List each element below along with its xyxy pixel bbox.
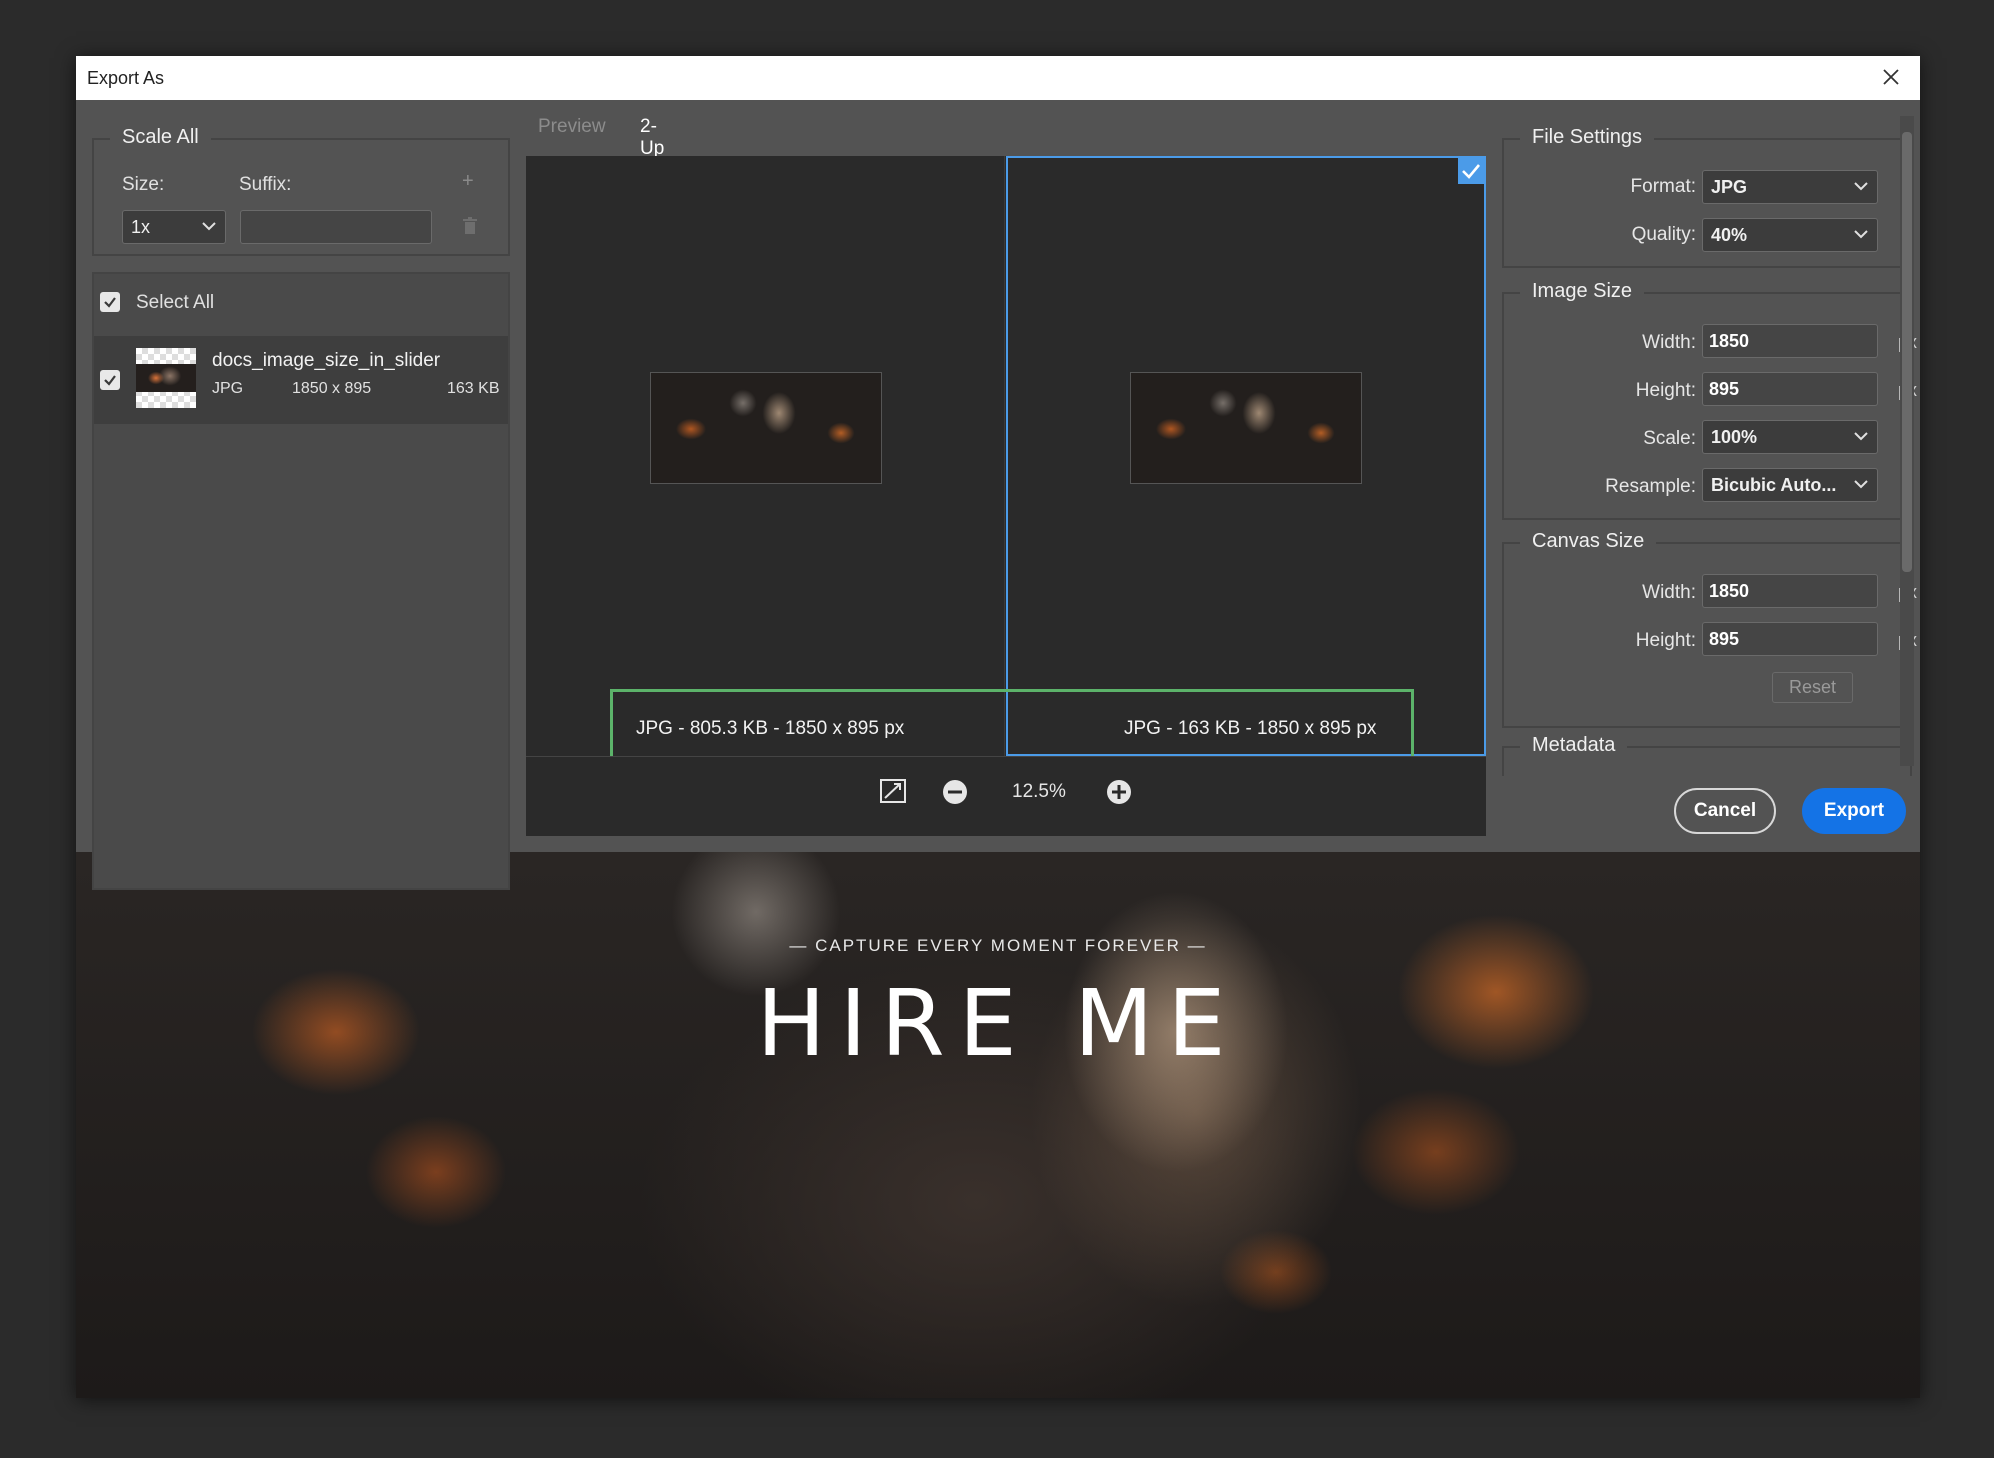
image-height-input[interactable]: 895: [1702, 372, 1878, 406]
image-width-label: Width:: [1642, 332, 1696, 353]
tab-preview[interactable]: Preview: [538, 116, 606, 138]
add-scale-icon[interactable]: +: [462, 170, 474, 193]
scrollbar-thumb[interactable]: [1902, 132, 1912, 572]
export-as-dialog: Export As — CAPTURE EVERY MOMENT FOREVER…: [76, 56, 1920, 1398]
asset-file-size: 163 KB: [447, 380, 500, 397]
hero-title: HIRE ME: [756, 970, 1240, 1077]
preview-area: JPG - 805.3 KB - 1850 x 895 px JPG - 163…: [526, 156, 1486, 836]
asset-checkbox[interactable]: [100, 370, 120, 390]
image-height-value: 895: [1709, 379, 1740, 399]
format-select[interactable]: JPG: [1702, 170, 1878, 204]
list-item[interactable]: docs_image_size_in_slider JPG 1850 x 895…: [94, 336, 508, 424]
scale-value: 100%: [1711, 427, 1758, 447]
size-label: Size:: [122, 174, 165, 195]
checkmark-icon: [1458, 158, 1484, 184]
selected-preview-pane[interactable]: [1006, 156, 1486, 756]
resample-value: Bicubic Auto...: [1711, 475, 1837, 495]
window-title: Export As: [87, 68, 165, 88]
settings-scrollbar[interactable]: [1900, 116, 1914, 766]
trash-icon[interactable]: [462, 216, 478, 242]
scale-select[interactable]: 100%: [1702, 420, 1878, 454]
hero-subtitle: — CAPTURE EVERY MOMENT FOREVER —: [789, 936, 1207, 955]
image-size-legend: Image Size: [1520, 280, 1645, 303]
select-all-label: Select All: [136, 292, 215, 313]
quality-label: Quality:: [1631, 224, 1696, 245]
cancel-button[interactable]: Cancel: [1674, 788, 1776, 834]
zoom-in-icon[interactable]: [1106, 779, 1132, 805]
scale-label: Scale:: [1643, 428, 1696, 449]
chevron-down-icon: [1854, 480, 1868, 489]
image-width-input[interactable]: 1850: [1702, 324, 1878, 358]
pane-divider: [1004, 156, 1005, 756]
canvas-width-input[interactable]: 1850: [1702, 574, 1878, 608]
suffix-input[interactable]: [240, 210, 432, 244]
zoom-out-icon[interactable]: [942, 779, 968, 805]
format-value: JPG: [1711, 177, 1748, 197]
chevron-down-icon: [1854, 182, 1868, 191]
close-icon[interactable]: [1876, 62, 1906, 92]
reset-button[interactable]: Reset: [1772, 672, 1854, 703]
canvas-height-label: Height:: [1635, 630, 1696, 651]
quality-select[interactable]: 40%: [1702, 218, 1878, 252]
background-image: — CAPTURE EVERY MOMENT FOREVER — HIRE ME: [76, 852, 1920, 1398]
export-button[interactable]: Export: [1802, 788, 1906, 834]
canvas-height-value: 895: [1709, 629, 1740, 649]
title-bar: Export As: [76, 56, 1920, 100]
file-settings-legend: File Settings: [1520, 126, 1655, 149]
size-select-value: 1x: [131, 217, 151, 237]
chevron-down-icon: [1854, 230, 1868, 239]
suffix-label: Suffix:: [239, 174, 292, 195]
quality-value: 40%: [1711, 225, 1748, 245]
canvas-width-label: Width:: [1642, 582, 1696, 603]
canvas-width-value: 1850: [1709, 581, 1750, 601]
zoom-controls: 12.5%: [526, 756, 1486, 836]
zoom-level: 12.5%: [1012, 781, 1066, 802]
fit-view-icon[interactable]: [880, 779, 906, 803]
asset-dimensions: 1850 x 895: [292, 380, 372, 397]
chevron-down-icon: [1854, 432, 1868, 441]
scale-all-legend: Scale All: [110, 126, 211, 149]
asset-format: JPG: [212, 380, 244, 397]
asset-list: Select All docs_image_size_in_slider JPG…: [92, 272, 510, 890]
metadata-legend: Metadata: [1520, 734, 1628, 757]
chevron-down-icon: [202, 222, 216, 231]
resample-label: Resample:: [1605, 476, 1696, 497]
image-width-value: 1850: [1709, 331, 1750, 351]
size-select[interactable]: 1x: [122, 210, 226, 244]
asset-thumbnail: [136, 348, 196, 408]
resample-select[interactable]: Bicubic Auto...: [1702, 468, 1878, 502]
original-preview-image: [650, 372, 882, 484]
canvas-size-legend: Canvas Size: [1520, 530, 1657, 553]
asset-name: docs_image_size_in_slider: [212, 350, 441, 371]
image-height-label: Height:: [1635, 380, 1696, 401]
select-all-checkbox[interactable]: [100, 292, 120, 312]
format-label: Format:: [1630, 176, 1696, 197]
canvas-height-input[interactable]: 895: [1702, 622, 1878, 656]
